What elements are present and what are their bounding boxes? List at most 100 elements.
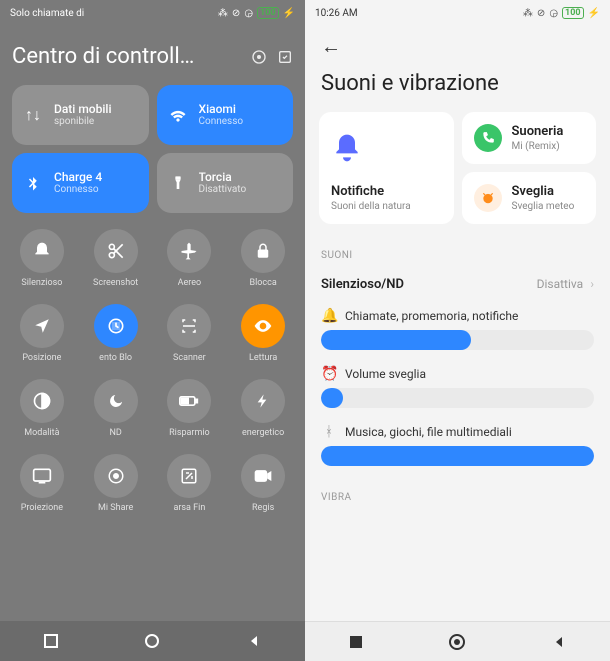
dnd-status-icon: ⊘ [232, 8, 240, 19]
moon-icon [94, 379, 138, 423]
battery-icon [167, 379, 211, 423]
toggle-label: Screenshot [93, 278, 138, 288]
tile-mobile-data[interactable]: ↑↓ Dati mobili sponibile [12, 85, 149, 145]
screen-icon [20, 454, 64, 498]
slider-label: Musica, giochi, file multimediali [345, 425, 512, 439]
volume-slider[interactable] [321, 446, 594, 466]
nav-back[interactable] [548, 631, 570, 653]
toggle-label: Mi Share [98, 503, 133, 513]
nav-home[interactable] [141, 630, 163, 652]
sound-settings-panel: 10:26 AM ⁂ ⊘ ◶ 100 ⚡ ← Suoni e vibrazion… [305, 0, 610, 661]
lock-icon [241, 229, 285, 273]
bluetooth-icon: ᚼ [321, 424, 337, 440]
toggle-label: Blocca [250, 278, 277, 288]
status-time: 10:26 AM [315, 8, 358, 19]
slider-bluetooth: ᚼ Musica, giochi, file multimediali [305, 418, 610, 476]
nav-bar [305, 621, 610, 661]
bolt-icon [241, 379, 285, 423]
status-icons: ⁂ ⊘ ◶ 100 ⚡ [523, 7, 600, 19]
bluetooth-status-icon: ⁂ [218, 8, 228, 19]
toggle-scissors[interactable]: Screenshot [80, 223, 152, 294]
resize-icon [167, 454, 211, 498]
toggle-label: ento Blo [99, 353, 132, 363]
toggle-camera[interactable]: Regis [227, 448, 299, 519]
row-label: Silenzioso/ND [321, 277, 404, 292]
slider-bell: 🔔 Chiamate, promemoria, notifiche [305, 302, 610, 360]
back-button[interactable]: ← [321, 34, 341, 58]
alarm-icon: ⏰ [321, 366, 337, 382]
toggle-resize[interactable]: arsa Fin [154, 448, 226, 519]
nav-recent[interactable] [345, 631, 367, 653]
section-label-vibra: VIBRA [305, 476, 610, 509]
toggle-label: Lettura [249, 353, 277, 363]
toggle-label: Regis [252, 503, 274, 513]
charging-icon: ⚡ [588, 8, 600, 19]
control-center-header: Centro di controll… [0, 26, 305, 79]
bell-icon [20, 229, 64, 273]
card-notifications[interactable]: Notifiche Suoni della natura [319, 112, 454, 224]
toggle-label: Modalità [24, 428, 59, 438]
toggle-bolt[interactable]: energetico [227, 373, 299, 444]
toggle-scan[interactable]: Scanner [154, 298, 226, 369]
row-value: Disattiva [537, 277, 584, 291]
toggle-label: Scanner [173, 353, 206, 363]
edit-icon[interactable] [275, 47, 295, 67]
toggle-lock[interactable]: Blocca [227, 223, 299, 294]
toggle-battery[interactable]: Risparmio [154, 373, 226, 444]
airplane-icon [167, 229, 211, 273]
control-center-panel: Solo chiamate di ⁂ ⊘ ◶ 100 ⚡ Centro di c… [0, 0, 305, 661]
tile-bluetooth[interactable]: Charge 4 Connesso [12, 153, 149, 213]
data-icon: ↑↓ [22, 104, 44, 126]
toggle-contrast[interactable]: Modalità [6, 373, 78, 444]
battery-badge: 100 [257, 7, 279, 19]
toggle-moon[interactable]: ND [80, 373, 152, 444]
card-alarm[interactable]: Sveglia Sveglia meteo [462, 172, 597, 224]
status-text: Solo chiamate di [10, 8, 218, 19]
toggle-share[interactable]: Mi Share [80, 448, 152, 519]
toggle-label: Risparmio [169, 428, 210, 438]
wifi-status-icon: ◶ [549, 8, 558, 19]
card-ringtone[interactable]: Suoneria Mi (Remix) [462, 112, 597, 164]
contrast-icon [20, 379, 64, 423]
toggle-label: arsa Fin [173, 503, 205, 513]
status-bar: Solo chiamate di ⁂ ⊘ ◶ 100 ⚡ [0, 0, 305, 26]
bell-icon: 🔔 [321, 308, 337, 324]
charging-icon: ⚡ [283, 8, 295, 19]
toggle-screen[interactable]: Proiezione [6, 448, 78, 519]
location-icon [20, 304, 64, 348]
toggle-bell[interactable]: Silenzioso [6, 223, 78, 294]
toggle-label: ND [109, 428, 121, 438]
sound-cards: Notifiche Suoni della natura Suoneria Mi… [305, 112, 610, 234]
scissors-icon [94, 229, 138, 273]
tile-wifi[interactable]: Xiaomi Connesso [157, 85, 294, 145]
dnd-status-icon: ⊘ [537, 8, 545, 19]
volume-slider[interactable] [321, 388, 594, 408]
bluetooth-icon [22, 172, 44, 194]
section-label-suoni: SUONI [305, 234, 610, 267]
rotation-icon [94, 304, 138, 348]
slider-label: Volume sveglia [345, 367, 426, 381]
control-center-title: Centro di controll… [12, 44, 243, 69]
nav-recent[interactable] [40, 630, 62, 652]
toggle-rotation[interactable]: ento Blo [80, 298, 152, 369]
toggle-eye[interactable]: Lettura [227, 298, 299, 369]
wifi-icon [167, 104, 189, 126]
phone-icon [474, 124, 502, 152]
nav-home[interactable] [446, 631, 468, 653]
volume-slider[interactable] [321, 330, 594, 350]
battery-badge: 100 [562, 7, 584, 19]
bluetooth-status-icon: ⁂ [523, 8, 533, 19]
settings-icon[interactable] [249, 47, 269, 67]
toggle-label: Silenzioso [21, 278, 62, 288]
slider-alarm: ⏰ Volume sveglia [305, 360, 610, 418]
bell-icon [331, 132, 363, 164]
camera-icon [241, 454, 285, 498]
tile-flashlight[interactable]: Torcia Disattivato [157, 153, 294, 213]
row-silenzioso[interactable]: Silenzioso/ND Disattiva › [305, 267, 610, 302]
toggle-label: Posizione [22, 353, 61, 363]
slider-label: Chiamate, promemoria, notifiche [345, 309, 518, 323]
toggle-location[interactable]: Posizione [6, 298, 78, 369]
toggle-label: energetico [242, 428, 284, 438]
toggle-airplane[interactable]: Aereo [154, 223, 226, 294]
nav-back[interactable] [243, 630, 265, 652]
